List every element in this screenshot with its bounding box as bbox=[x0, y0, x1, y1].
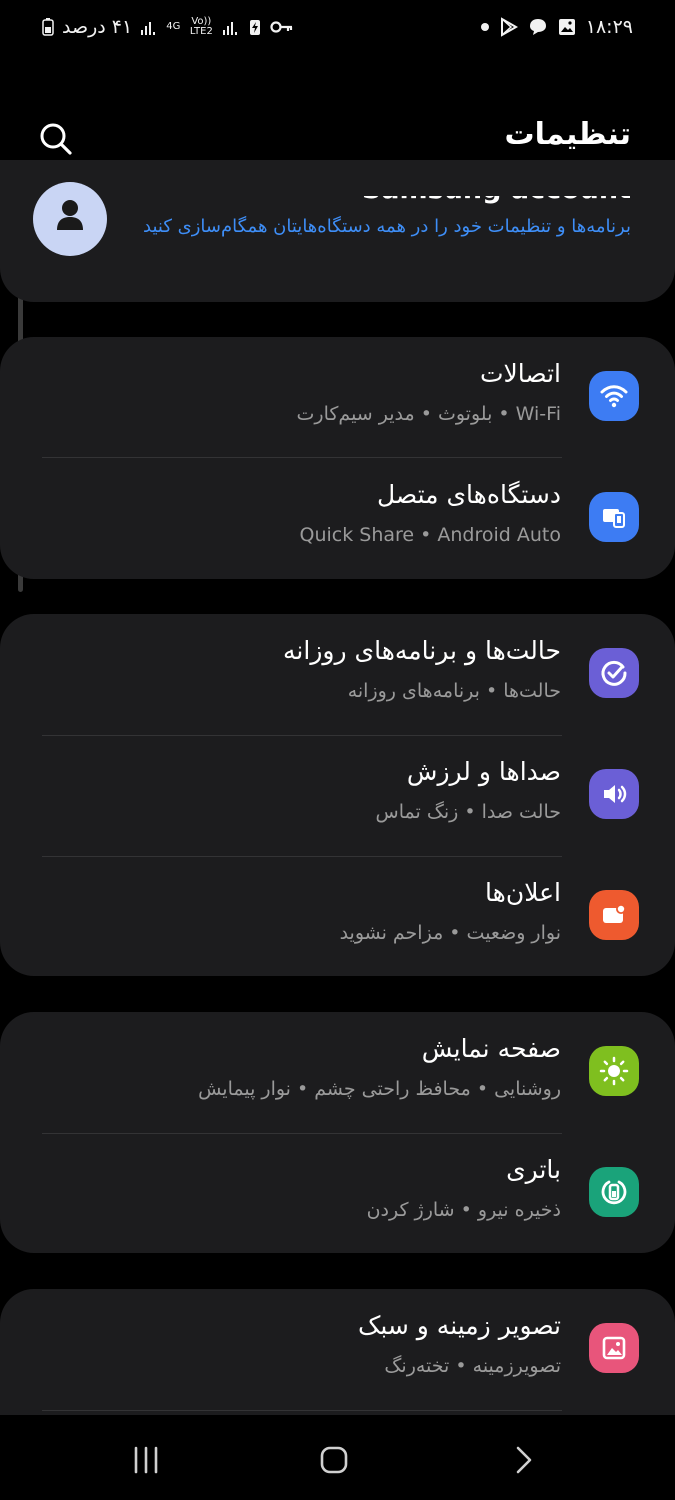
person-icon bbox=[57, 200, 83, 230]
network-type: 4G bbox=[166, 21, 181, 32]
key-icon bbox=[270, 21, 293, 33]
settings-group-connections: اتصالات Wi-Fi • بلوتوث • مدیر سیم‌کارت د… bbox=[0, 337, 675, 579]
signal-icon-2 bbox=[223, 22, 238, 35]
setting-connections[interactable]: اتصالات Wi-Fi • بلوتوث • مدیر سیم‌کارت bbox=[0, 337, 675, 457]
setting-connected-devices[interactable]: دستگاه‌های متصل Quick Share • Android Au… bbox=[0, 458, 675, 578]
samsung-account-card[interactable]: Samsung account برنامه‌ها و تنظیمات خود … bbox=[0, 160, 675, 302]
connected-devices-icon bbox=[603, 509, 625, 528]
divider bbox=[42, 1410, 562, 1411]
search-button[interactable] bbox=[36, 119, 76, 159]
setting-subtitle: نوار وضعیت • مزاحم نشوید bbox=[339, 922, 561, 944]
setting-subtitle: ذخیره نیرو • شارژ کردن bbox=[366, 1199, 561, 1221]
recent-apps-icon bbox=[134, 1446, 158, 1474]
connected-devices-icon-tile bbox=[589, 492, 639, 542]
wallpaper-icon bbox=[602, 1336, 626, 1360]
setting-notifications[interactable]: اعلان‌ها نوار وضعیت • مزاحم نشوید bbox=[0, 856, 675, 976]
volte-indicator: Vo)) LTE2 bbox=[189, 16, 213, 37]
status-right: ۱۸:۲۹ bbox=[480, 16, 633, 38]
setting-title: اعلان‌ها bbox=[485, 878, 561, 907]
back-button[interactable] bbox=[497, 1437, 547, 1483]
home-button[interactable] bbox=[309, 1437, 359, 1483]
gallery-icon bbox=[558, 19, 575, 35]
setting-title: تصویر زمینه و سبک bbox=[357, 1311, 561, 1340]
setting-subtitle: تصویرزمینه • تخته‌رنگ bbox=[384, 1355, 561, 1377]
display-icon-tile bbox=[589, 1046, 639, 1096]
setting-subtitle: روشنایی • محافظ راحتی چشم • نوار پیمایش bbox=[198, 1078, 561, 1100]
battery-icon-tile bbox=[589, 1167, 639, 1217]
setting-subtitle: Quick Share • Android Auto bbox=[299, 524, 562, 546]
battery-saver-icon bbox=[250, 20, 261, 35]
clock: ۱۸:۲۹ bbox=[585, 16, 633, 38]
setting-subtitle: حالت صدا • زنگ تماس bbox=[375, 801, 561, 823]
setting-title: اتصالات bbox=[480, 359, 561, 388]
message-icon bbox=[529, 19, 546, 35]
setting-title: صداها و لرزش bbox=[406, 757, 561, 786]
wallpaper-icon-tile bbox=[589, 1323, 639, 1373]
battery-status-icon bbox=[42, 18, 54, 36]
home-icon bbox=[320, 1446, 348, 1474]
avatar bbox=[33, 182, 107, 256]
notifications-icon-tile bbox=[589, 890, 639, 940]
setting-modes-routines[interactable]: حالت‌ها و برنامه‌های روزانه حالت‌ها • بر… bbox=[0, 614, 675, 734]
dot-icon bbox=[480, 23, 489, 31]
play-store-icon bbox=[500, 17, 518, 37]
brightness-icon bbox=[599, 1056, 629, 1086]
setting-subtitle: حالت‌ها • برنامه‌های روزانه bbox=[347, 680, 561, 702]
check-circle-icon bbox=[601, 660, 627, 686]
speaker-icon bbox=[604, 785, 627, 803]
page-title: تنظیمات bbox=[504, 117, 631, 152]
account-title: Samsung account bbox=[361, 174, 631, 205]
search-icon bbox=[40, 123, 72, 155]
settings-group-display: صفحه نمایش روشنایی • محافظ راحتی چشم • ن… bbox=[0, 1012, 675, 1253]
setting-title: دستگاه‌های متصل bbox=[376, 480, 561, 509]
setting-wallpaper-style[interactable]: تصویر زمینه و سبک تصویرزمینه • تخته‌رنگ bbox=[0, 1289, 675, 1409]
battery-percent: ۴۱ درصد bbox=[62, 16, 133, 38]
settings-group-wallpaper: تصویر زمینه و سبک تصویرزمینه • تخته‌رنگ bbox=[0, 1289, 675, 1415]
signal-icon bbox=[141, 22, 156, 35]
setting-subtitle: Wi-Fi • بلوتوث • مدیر سیم‌کارت bbox=[296, 403, 561, 425]
connections-icon-tile bbox=[589, 371, 639, 421]
setting-title: باتری bbox=[506, 1155, 561, 1184]
sounds-icon-tile bbox=[589, 769, 639, 819]
status-bar: ۴۱ درصد 4G Vo)) LTE2 ۱۸:۲۹ bbox=[0, 0, 675, 60]
setting-title: صفحه نمایش bbox=[421, 1034, 561, 1063]
back-chevron-icon bbox=[516, 1446, 532, 1474]
status-left: ۴۱ درصد 4G Vo)) LTE2 bbox=[42, 16, 294, 38]
setting-display[interactable]: صفحه نمایش روشنایی • محافظ راحتی چشم • ن… bbox=[0, 1012, 675, 1132]
setting-title: حالت‌ها و برنامه‌های روزانه bbox=[283, 636, 561, 665]
notification-icon bbox=[603, 904, 626, 923]
battery-icon bbox=[601, 1180, 627, 1205]
recent-apps-button[interactable] bbox=[121, 1437, 171, 1483]
wifi-icon bbox=[600, 385, 628, 408]
settings-group-modes: حالت‌ها و برنامه‌های روزانه حالت‌ها • بر… bbox=[0, 614, 675, 976]
setting-battery[interactable]: باتری ذخیره نیرو • شارژ کردن bbox=[0, 1133, 675, 1253]
navigation-bar bbox=[0, 1415, 675, 1500]
setting-sounds-vibration[interactable]: صداها و لرزش حالت صدا • زنگ تماس bbox=[0, 735, 675, 855]
modes-icon-tile bbox=[589, 648, 639, 698]
account-description: برنامه‌ها و تنظیمات خود را در همه دستگاه… bbox=[143, 216, 631, 237]
